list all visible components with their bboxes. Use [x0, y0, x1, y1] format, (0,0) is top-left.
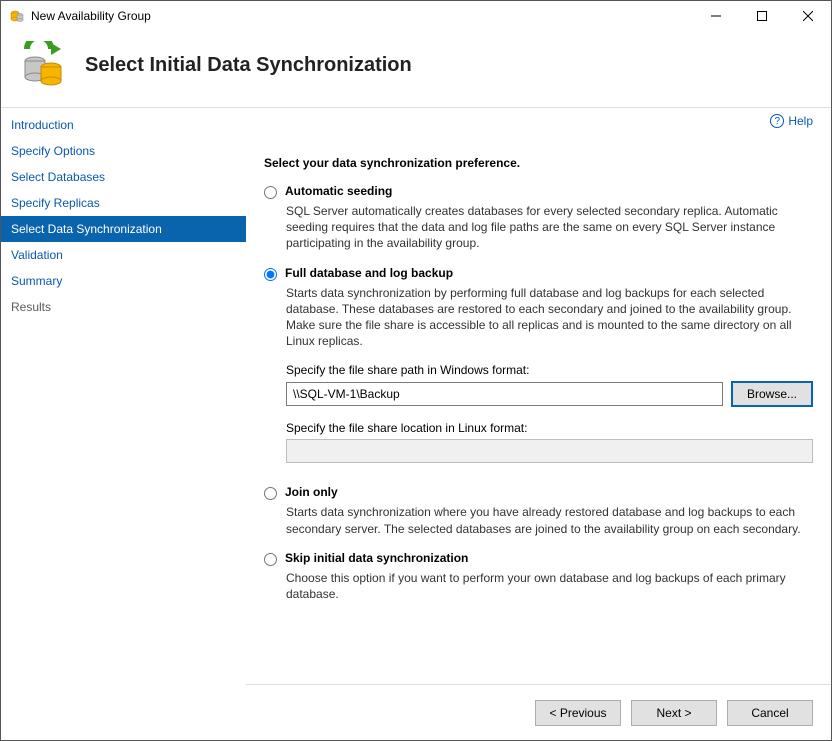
- wizard-window: New Availability Group: [0, 0, 832, 741]
- label-full-backup: Full database and log backup: [285, 266, 453, 280]
- help-icon: ?: [770, 114, 784, 128]
- option-full-backup: Full database and log backup: [264, 266, 813, 281]
- input-linux-path: [286, 439, 813, 463]
- option-skip-sync: Skip initial data synchronization: [264, 551, 813, 566]
- cancel-button[interactable]: Cancel: [727, 700, 813, 726]
- desc-skip-sync: Choose this option if you want to perfor…: [286, 570, 813, 602]
- option-join-only: Join only: [264, 485, 813, 500]
- wizard-sidebar: Introduction Specify Options Select Data…: [1, 108, 246, 684]
- window-title: New Availability Group: [31, 9, 693, 23]
- app-icon: [9, 8, 25, 24]
- radio-full-backup[interactable]: [264, 268, 277, 281]
- label-automatic-seeding: Automatic seeding: [285, 184, 392, 198]
- browse-button[interactable]: Browse...: [731, 381, 813, 407]
- help-label: Help: [788, 114, 813, 128]
- section-heading: Select your data synchronization prefere…: [264, 156, 813, 170]
- radio-automatic-seeding[interactable]: [264, 186, 277, 199]
- sidebar-item-summary[interactable]: Summary: [1, 268, 246, 294]
- next-button[interactable]: Next >: [631, 700, 717, 726]
- input-windows-path[interactable]: [286, 382, 723, 406]
- row-linux-path: [286, 439, 813, 463]
- sidebar-item-specify-replicas[interactable]: Specify Replicas: [1, 190, 246, 216]
- label-skip-sync: Skip initial data synchronization: [285, 551, 468, 565]
- sidebar-item-results: Results: [1, 294, 246, 320]
- maximize-button[interactable]: [739, 1, 785, 31]
- label-join-only: Join only: [285, 485, 338, 499]
- page-title: Select Initial Data Synchronization: [85, 54, 412, 77]
- desc-automatic-seeding: SQL Server automatically creates databas…: [286, 203, 813, 252]
- wizard-body: Introduction Specify Options Select Data…: [1, 108, 831, 684]
- label-linux-path: Specify the file share location in Linux…: [286, 421, 813, 435]
- desc-join-only: Starts data synchronization where you ha…: [286, 504, 813, 536]
- window-buttons: [693, 1, 831, 31]
- option-automatic-seeding: Automatic seeding: [264, 184, 813, 199]
- help-link[interactable]: ? Help: [770, 114, 813, 128]
- sidebar-item-select-databases[interactable]: Select Databases: [1, 164, 246, 190]
- previous-button[interactable]: < Previous: [535, 700, 621, 726]
- radio-join-only[interactable]: [264, 487, 277, 500]
- label-windows-path: Specify the file share path in Windows f…: [286, 363, 813, 377]
- sidebar-item-introduction[interactable]: Introduction: [1, 112, 246, 138]
- sidebar-item-select-data-synchronization[interactable]: Select Data Synchronization: [1, 216, 246, 242]
- content-scroll: Select your data synchronization prefere…: [264, 116, 813, 684]
- minimize-button[interactable]: [693, 1, 739, 31]
- radio-skip-sync[interactable]: [264, 553, 277, 566]
- wizard-header: Select Initial Data Synchronization: [1, 31, 831, 108]
- sidebar-item-specify-options[interactable]: Specify Options: [1, 138, 246, 164]
- wizard-content: ? Help Select your data synchronization …: [246, 108, 831, 684]
- row-windows-path: Browse...: [286, 381, 813, 407]
- titlebar: New Availability Group: [1, 1, 831, 31]
- desc-full-backup: Starts data synchronization by performin…: [286, 285, 813, 350]
- close-button[interactable]: [785, 1, 831, 31]
- wizard-icon: [19, 41, 67, 89]
- wizard-footer: < Previous Next > Cancel: [246, 684, 831, 740]
- sidebar-item-validation[interactable]: Validation: [1, 242, 246, 268]
